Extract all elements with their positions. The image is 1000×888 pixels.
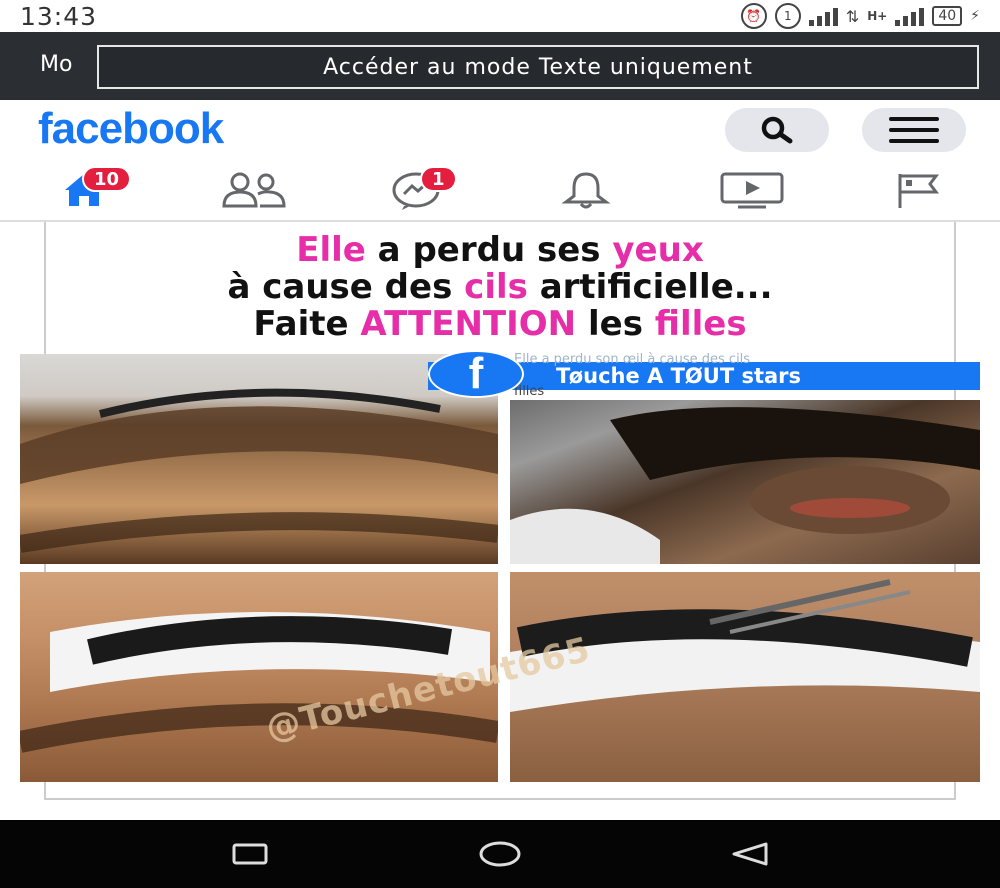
post-photo-top-right[interactable] (510, 400, 980, 564)
flag-icon (898, 174, 939, 208)
signal-icon (808, 6, 838, 26)
messages-badge: 1 (420, 166, 457, 192)
triangle-back-icon (732, 842, 768, 866)
alarm-icon: ⏰ (740, 3, 767, 29)
tab-watch[interactable] (712, 168, 792, 212)
battery-icon: 40 (932, 6, 963, 26)
tab-notifications[interactable] (546, 168, 626, 212)
hamburger-icon (889, 117, 939, 143)
headline-line-3: Faite ATTENTION les filles (0, 306, 1000, 343)
headline-line-1: Elle a perdu ses yeux (0, 232, 1000, 269)
recents-button[interactable] (228, 838, 272, 870)
menu-button[interactable] (862, 108, 966, 152)
tab-friends[interactable] (212, 168, 292, 212)
facebook-logo[interactable]: facebook (38, 104, 224, 154)
home-button[interactable] (478, 838, 522, 870)
headline-word: yeux (612, 230, 704, 270)
headline-text: à cause des (227, 267, 465, 307)
battery-level: 40 (938, 8, 957, 24)
signal-icon-2 (895, 6, 925, 26)
square-icon (232, 843, 268, 865)
text-mode-fragment: Mo (40, 52, 73, 77)
sim-icon: 1 (774, 3, 801, 29)
search-button[interactable] (725, 108, 829, 152)
friends-icon (222, 172, 286, 208)
text-mode-button[interactable]: Accéder au mode Texte uniquement (97, 45, 979, 89)
headline-text: a perdu ses (365, 230, 613, 270)
headline-text: les (576, 304, 655, 344)
post-headline: Elle a perdu ses yeux à cause des cils a… (0, 232, 1000, 343)
injured-eye-illustration (510, 407, 980, 564)
circle-icon (479, 841, 521, 867)
status-icons: ⏰ 1 ⇅ H+ 40 ⚡ (740, 3, 980, 29)
bell-icon (561, 172, 611, 209)
headline-line-2: à cause des cils artificielle... (0, 269, 1000, 306)
facebook-nav-tabs: 10 1 (0, 160, 1000, 222)
home-badge: 10 (82, 166, 132, 192)
watch-icon (720, 172, 784, 209)
text-mode-bar: Mo Accéder au mode Texte uniquement (0, 32, 1000, 100)
eyelid-illustration (20, 388, 498, 553)
overlay-caption: Elle a perdu son œil à cause des cils (514, 352, 751, 367)
facebook-f-logo-icon: f (428, 349, 524, 398)
search-icon (761, 116, 793, 144)
tab-pages[interactable] (878, 168, 958, 212)
tweezers-illustration (510, 579, 980, 712)
data-arrows-icon: ⇅ (845, 6, 860, 26)
screen: 13:43 ⏰ 1 ⇅ H+ 40 ⚡ Mo Accéder au mode T… (0, 0, 1000, 888)
status-time: 13:43 (20, 1, 98, 31)
system-navigation-bar (0, 820, 1000, 888)
status-bar: 13:43 ⏰ 1 ⇅ H+ 40 ⚡ (0, 0, 1000, 32)
headline-text: artificielle... (527, 267, 773, 307)
charging-icon: ⚡ (970, 8, 980, 24)
facebook-header: facebook (0, 100, 1000, 160)
post-photo-bottom-right[interactable] (510, 572, 980, 782)
overlay-caption-2: filles (514, 384, 545, 399)
headline-text: Faite (253, 304, 361, 344)
headline-word: ATTENTION (360, 304, 577, 344)
headline-word: filles (654, 304, 747, 344)
headline-word: cils (464, 267, 528, 307)
back-button[interactable] (728, 838, 772, 870)
data-type-label: H+ (867, 9, 888, 23)
post-photo-top-left[interactable] (20, 354, 498, 564)
headline-word: Elle (296, 230, 366, 270)
